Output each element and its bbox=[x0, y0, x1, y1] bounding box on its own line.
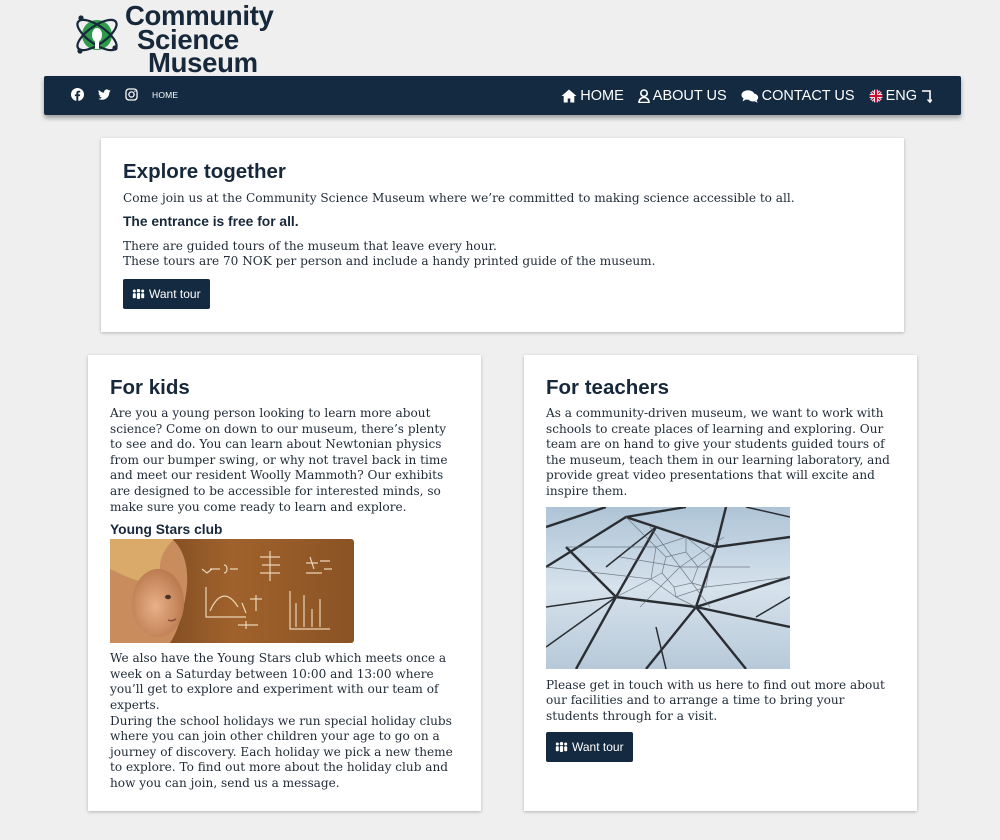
kids-card: For kids Are you a young person looking … bbox=[88, 355, 481, 811]
user-icon bbox=[637, 88, 650, 103]
main-navbar: HOME HOME ABOUT US CONTACT US ENG bbox=[44, 76, 961, 115]
teachers-card: For teachers As a community-driven museu… bbox=[524, 355, 917, 811]
young-stars-heading: Young Stars club bbox=[110, 522, 223, 538]
logo-line-3: Museum bbox=[148, 47, 258, 79]
atom-logo-icon bbox=[76, 15, 118, 54]
nav-contact[interactable]: CONTACT US bbox=[741, 88, 855, 104]
kids-title: For kids bbox=[110, 376, 190, 399]
teachers-body: As a community-driven museum, we want to… bbox=[546, 406, 890, 498]
corner-arrow-icon bbox=[922, 89, 932, 103]
want-tour-button[interactable]: Want tour bbox=[123, 278, 210, 309]
language-selector[interactable]: ENG bbox=[869, 88, 935, 104]
chat-bubbles-icon bbox=[741, 89, 758, 103]
language-label: ENG bbox=[885, 87, 917, 104]
young-stars-body-2: During the school holidays we run specia… bbox=[110, 713, 453, 790]
explore-card: Explore together Come join us at the Com… bbox=[101, 138, 904, 332]
small-home-link[interactable]: HOME bbox=[152, 90, 178, 100]
want-tour-label: Want tour bbox=[149, 286, 201, 301]
entrance-free-heading: The entrance is free for all. bbox=[123, 213, 299, 229]
network-structure-image bbox=[546, 506, 790, 669]
main-menu: HOME ABOUT US CONTACT US ENG bbox=[547, 76, 935, 115]
instagram-icon[interactable] bbox=[125, 88, 138, 101]
teachers-title: For teachers bbox=[546, 376, 670, 399]
kid-chalkboard-image bbox=[110, 539, 354, 644]
group-icon bbox=[132, 288, 145, 299]
tours-line-1: There are guided tours of the museum tha… bbox=[123, 238, 497, 253]
explore-intro: Come join us at the Community Science Mu… bbox=[123, 191, 795, 205]
twitter-icon[interactable] bbox=[98, 88, 111, 101]
explore-title: Explore together bbox=[123, 160, 286, 183]
nav-about-label: ABOUT US bbox=[652, 87, 727, 104]
facebook-icon[interactable] bbox=[71, 88, 84, 101]
teachers-want-tour-button[interactable]: Want tour bbox=[546, 732, 633, 763]
teachers-want-tour-label: Want tour bbox=[572, 740, 624, 755]
nav-contact-label: CONTACT US bbox=[761, 87, 855, 104]
young-stars-body-1: We also have the Young Stars club which … bbox=[110, 651, 447, 712]
kids-body: Are you a young person looking to learn … bbox=[110, 406, 448, 514]
logo-wordmark: Community Science Museum bbox=[125, 2, 274, 79]
teachers-contact-text: Please get in touch with us here to find… bbox=[546, 677, 885, 723]
nav-home-label: HOME bbox=[580, 87, 624, 104]
site-logo[interactable]: Community Science Museum bbox=[72, 2, 274, 79]
nav-about[interactable]: ABOUT US bbox=[637, 87, 727, 104]
home-icon bbox=[561, 89, 577, 102]
group-icon bbox=[555, 742, 568, 753]
uk-flag-icon bbox=[869, 89, 883, 102]
social-links: HOME bbox=[71, 88, 178, 101]
nav-home[interactable]: HOME bbox=[561, 88, 624, 104]
tours-line-2: These tours are 70 NOK per person and in… bbox=[123, 254, 656, 269]
